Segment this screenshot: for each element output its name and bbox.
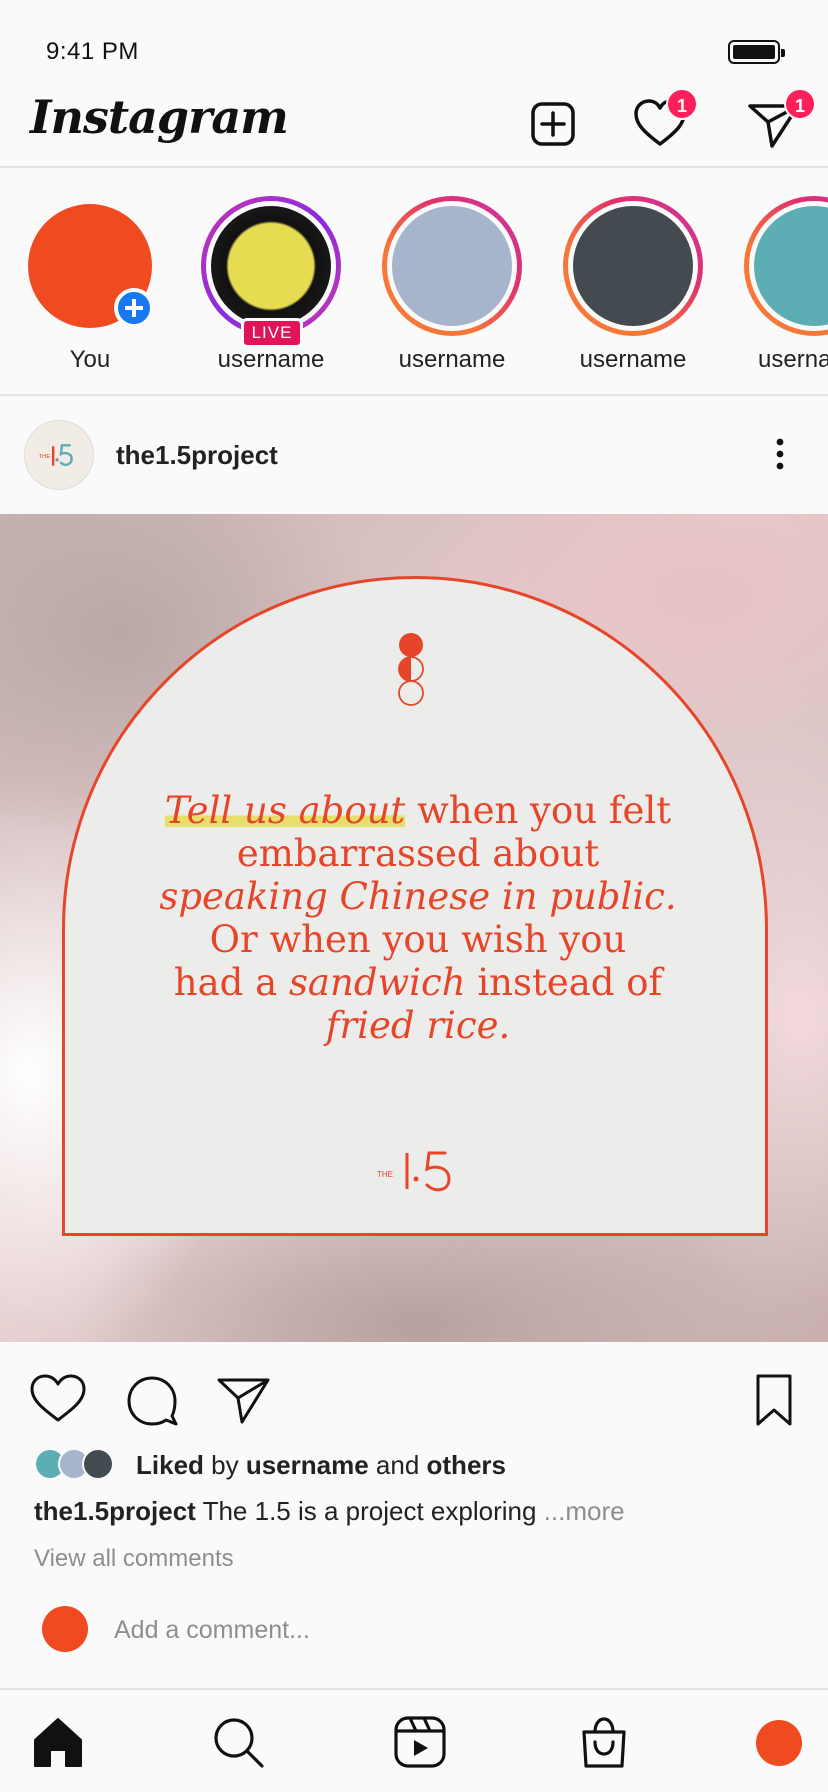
caption-more-link[interactable]: ...more: [544, 1496, 625, 1526]
post-image[interactable]: Tell us about when you felt embarrassed …: [0, 514, 828, 1342]
top-nav: Instagram 1 1: [0, 88, 828, 168]
story-label: username: [217, 346, 325, 373]
like-button[interactable]: [28, 1370, 88, 1430]
new-post-button[interactable]: [523, 94, 583, 154]
the15-logo-icon: THE: [39, 444, 73, 466]
story-avatar: [392, 206, 512, 326]
post-header: THE the1.5project: [0, 396, 828, 514]
likes-text: Liked by username and others: [136, 1450, 506, 1480]
story-you[interactable]: You: [20, 196, 160, 374]
post-actions: [0, 1342, 828, 1442]
bookmark-icon: [756, 1374, 792, 1426]
more-vertical-icon: [776, 438, 784, 470]
status-bar: 9:41 PM: [0, 0, 828, 88]
home-icon: [34, 1718, 82, 1767]
shopping-bag-icon: [582, 1717, 626, 1768]
story-avatar: [754, 206, 828, 326]
caption-text: The 1.5 is a project exploring: [195, 1496, 544, 1526]
instagram-logo: Instagram: [30, 90, 289, 144]
story-avatar: [211, 206, 331, 326]
status-time: 9:41 PM: [46, 38, 139, 65]
story-label: You: [69, 346, 111, 373]
share-button[interactable]: [214, 1370, 274, 1430]
the15-brand-logo: THE: [377, 1151, 451, 1192]
current-user-avatar: [42, 1606, 88, 1652]
caption-username[interactable]: the1.5project: [34, 1496, 196, 1526]
activity-badge: 1: [666, 88, 698, 120]
battery-icon: [728, 40, 785, 64]
live-badge: LIVE: [241, 318, 303, 348]
post-options-button[interactable]: [768, 434, 792, 474]
comment-icon: [127, 1376, 178, 1426]
heart-icon: [30, 1374, 86, 1422]
add-comment-row: Add a comment...: [0, 1596, 828, 1666]
reels-tab[interactable]: [392, 1714, 448, 1770]
reels-icon: [394, 1716, 446, 1768]
the15-dots-icon: [398, 633, 424, 706]
search-tab[interactable]: [210, 1714, 266, 1770]
liker-avatars: [34, 1448, 116, 1482]
story-label: username: [579, 346, 687, 373]
story-label: username: [398, 346, 506, 373]
add-story-icon[interactable]: [114, 288, 154, 328]
home-tab[interactable]: [30, 1714, 86, 1770]
story-item[interactable]: username: [563, 196, 703, 374]
messages-button[interactable]: 1: [744, 88, 816, 154]
activity-button[interactable]: 1: [630, 88, 698, 154]
story-avatar: [573, 206, 693, 326]
likes-summary[interactable]: Liked by username and others: [34, 1448, 506, 1484]
save-button[interactable]: [744, 1370, 804, 1430]
plus-square-icon: [531, 102, 575, 146]
bottom-nav: [0, 1688, 828, 1792]
story-label: userna: [758, 346, 828, 373]
post-username[interactable]: the1.5project: [116, 440, 278, 471]
arch-card: Tell us about when you felt embarrassed …: [62, 576, 768, 1236]
send-icon: [217, 1378, 270, 1424]
post-caption: the1.5project The 1.5 is a project explo…: [34, 1496, 625, 1527]
liker-avatar: [82, 1448, 114, 1481]
comment-button[interactable]: [122, 1370, 182, 1430]
messages-badge: 1: [784, 88, 816, 120]
story-item[interactable]: userna: [744, 196, 828, 374]
profile-tab[interactable]: [756, 1720, 802, 1766]
stories-tray: You LIVE username username username user…: [0, 168, 828, 396]
post-quote: Tell us about when you felt embarrassed …: [159, 789, 677, 1047]
search-icon: [214, 1718, 264, 1768]
svg-text:THE: THE: [39, 454, 51, 460]
story-item[interactable]: username: [382, 196, 522, 374]
post-avatar[interactable]: THE: [24, 420, 94, 490]
story-live[interactable]: LIVE username: [201, 196, 341, 374]
view-all-comments-link[interactable]: View all comments: [34, 1545, 234, 1573]
shop-tab[interactable]: [576, 1714, 632, 1770]
svg-text:THE: THE: [377, 1170, 393, 1179]
add-comment-input[interactable]: Add a comment...: [114, 1616, 310, 1645]
